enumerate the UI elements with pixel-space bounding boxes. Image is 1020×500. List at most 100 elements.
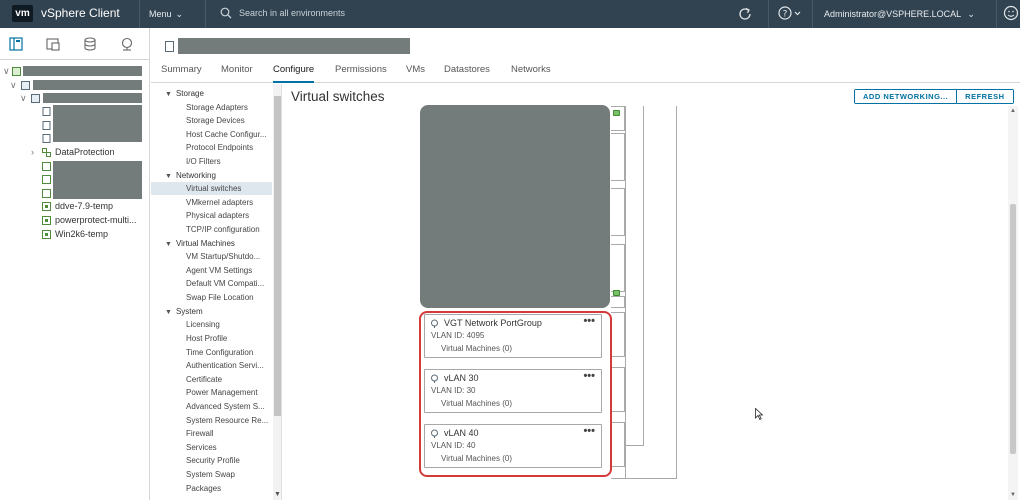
nav-item-security-profile[interactable]: Security Profile	[151, 454, 272, 467]
nav-group-virtual-machines[interactable]: ▼ Virtual Machines	[151, 237, 272, 250]
more-actions-icon[interactable]: •••	[583, 315, 595, 327]
storage-icon[interactable]	[83, 37, 97, 51]
nav-item-system-resource-reservation[interactable]: System Resource Re...	[151, 414, 272, 427]
nav-item-default-vm-compatibility[interactable]: Default VM Compati...	[151, 277, 272, 290]
redacted-switch-portgroups	[420, 105, 610, 308]
nav-item-virtual-switches[interactable]: Virtual switches	[151, 182, 272, 195]
portgroup-card-vlan40[interactable]: vLAN 40 ••• VLAN ID: 40 Virtual Machines…	[424, 424, 602, 468]
object-header	[151, 28, 1020, 61]
vm-template-icon	[42, 216, 51, 225]
nav-item-power-management[interactable]: Power Management	[151, 386, 272, 399]
inventory-panel: ∨ ∨ ∨ › DataProtection ddve-7.9-temp pow…	[0, 28, 150, 500]
redacted-vm-names[interactable]	[53, 161, 142, 199]
tree-item-dataprotection[interactable]: DataProtection	[55, 147, 115, 160]
portgroup-icon	[431, 429, 438, 438]
nav-item-system-swap[interactable]: System Swap	[151, 468, 272, 481]
hosts-and-clusters-icon[interactable]	[9, 37, 23, 51]
nav-item-protocol-endpoints[interactable]: Protocol Endpoints	[151, 141, 272, 154]
redacted-cluster-name[interactable]	[43, 93, 142, 103]
more-actions-icon[interactable]: •••	[583, 370, 595, 382]
tree-item-ddve-template[interactable]: ddve-7.9-temp	[55, 201, 113, 214]
chevron-right-icon[interactable]: ›	[31, 147, 34, 160]
nav-item-storage-devices[interactable]: Storage Devices	[151, 114, 272, 127]
nav-item-certificate[interactable]: Certificate	[151, 373, 272, 386]
portgroup-card-vlan30[interactable]: vLAN 30 ••• VLAN ID: 30 Virtual Machines…	[424, 369, 602, 413]
portgroup-vms[interactable]: Virtual Machines (0)	[441, 399, 512, 408]
chevron-down-icon[interactable]: ∨	[3, 66, 10, 79]
help-menu[interactable]: ?	[768, 0, 808, 28]
nav-item-io-filters[interactable]: I/O Filters	[151, 155, 272, 168]
menu-button[interactable]: Menu ⌄	[139, 0, 192, 28]
refresh-icon[interactable]	[736, 5, 754, 23]
nav-group-storage[interactable]: ▼ Storage	[151, 87, 272, 100]
nav-item-advanced-system-settings[interactable]: Advanced System S...	[151, 400, 272, 413]
user-menu[interactable]: Administrator@VSPHERE.LOCAL ⌄	[812, 0, 992, 28]
chevron-down-icon[interactable]: ∨	[20, 93, 27, 106]
chevron-down-icon[interactable]: ∨	[10, 80, 17, 93]
caret-down-icon: ▼	[165, 241, 172, 248]
content-scrollbar-thumb[interactable]	[1010, 204, 1016, 454]
tree-item-win2k6-template[interactable]: Win2k6-temp	[55, 229, 108, 242]
tab-configure[interactable]: Configure	[273, 64, 315, 83]
nav-item-swap-file-location[interactable]: Swap File Location	[151, 291, 272, 304]
tab-summary[interactable]: Summary	[161, 64, 202, 83]
tab-monitor[interactable]: Monitor	[221, 64, 253, 83]
vms-and-templates-icon[interactable]	[46, 37, 60, 51]
virtual-switches-content: Virtual switches ADD NETWORKING... REFRE…	[283, 84, 1020, 500]
chevron-down-icon: ⌄	[967, 9, 975, 19]
port-connector	[611, 422, 625, 467]
nav-item-vm-startup-shutdown[interactable]: VM Startup/Shutdo...	[151, 250, 272, 263]
nav-group-system[interactable]: ▼ System	[151, 305, 272, 318]
portgroup-icon	[431, 374, 438, 383]
caret-down-icon: ▼	[165, 309, 172, 316]
host-icon	[42, 134, 51, 143]
nav-item-time-configuration[interactable]: Time Configuration	[151, 346, 272, 359]
nav-item-packages[interactable]: Packages	[151, 482, 272, 495]
portgroup-icon	[431, 319, 438, 328]
scroll-down-arrow-icon[interactable]: ▼	[274, 491, 281, 498]
port-connector	[611, 312, 625, 357]
redacted-datacenter-name[interactable]	[33, 80, 142, 90]
tab-datastores[interactable]: Datastores	[444, 64, 490, 83]
vmkernel-port-icon	[613, 290, 620, 296]
nav-item-storage-adapters[interactable]: Storage Adapters	[151, 101, 272, 114]
portgroup-card-vgt[interactable]: VGT Network PortGroup ••• VLAN ID: 4095 …	[424, 314, 602, 358]
tree-item-powerprotect-template[interactable]: powerprotect-multi...	[55, 215, 137, 228]
uplink-line	[676, 106, 677, 479]
bus-line	[625, 445, 644, 446]
inventory-tabs	[0, 28, 150, 60]
redacted-vcenter-name[interactable]	[23, 66, 142, 76]
nav-item-physical-adapters[interactable]: Physical adapters	[151, 209, 272, 222]
more-actions-icon[interactable]: •••	[583, 425, 595, 437]
nav-item-host-cache[interactable]: Host Cache Configur...	[151, 128, 272, 141]
nav-item-host-profile[interactable]: Host Profile	[151, 332, 272, 345]
nav-item-agent-vm-settings[interactable]: Agent VM Settings	[151, 264, 272, 277]
vmkernel-port-icon	[613, 110, 620, 116]
nav-item-services[interactable]: Services	[151, 441, 272, 454]
global-search[interactable]: Search in all environments	[205, 0, 725, 28]
nav-item-licensing[interactable]: Licensing	[151, 318, 272, 331]
nav-item-vmkernel-adapters[interactable]: VMkernel adapters	[151, 196, 272, 209]
scroll-down-arrow-icon[interactable]: ▼	[1010, 492, 1016, 498]
content-scrollbar[interactable]: ▲ ▼	[1008, 106, 1018, 500]
portgroup-vms[interactable]: Virtual Machines (0)	[441, 454, 512, 463]
host-icon	[42, 121, 51, 130]
nav-scrollbar-thumb[interactable]	[274, 96, 281, 416]
nav-item-firewall[interactable]: Firewall	[151, 427, 272, 440]
scroll-up-arrow-icon[interactable]: ▲	[1010, 108, 1016, 114]
nav-item-tcpip-configuration[interactable]: TCP/IP configuration	[151, 223, 272, 236]
top-navigation-bar: vm vSphere Client Menu ⌄ Search in all en…	[0, 0, 1020, 28]
tab-vms[interactable]: VMs	[406, 64, 425, 83]
host-icon	[42, 107, 51, 116]
portgroup-vms[interactable]: Virtual Machines (0)	[441, 344, 512, 353]
feedback-button[interactable]	[996, 0, 1020, 28]
redacted-host-names[interactable]	[53, 105, 142, 142]
tab-permissions[interactable]: Permissions	[335, 64, 387, 83]
nav-scrollbar[interactable]: ▼	[273, 84, 281, 500]
nav-group-label: System	[175, 307, 203, 316]
tab-networks[interactable]: Networks	[511, 64, 551, 83]
app-title[interactable]: vSphere Client	[41, 6, 120, 20]
nav-item-authentication-services[interactable]: Authentication Servi...	[151, 359, 272, 372]
nav-group-networking[interactable]: ▼ Networking	[151, 169, 272, 182]
networking-icon[interactable]	[120, 37, 134, 51]
